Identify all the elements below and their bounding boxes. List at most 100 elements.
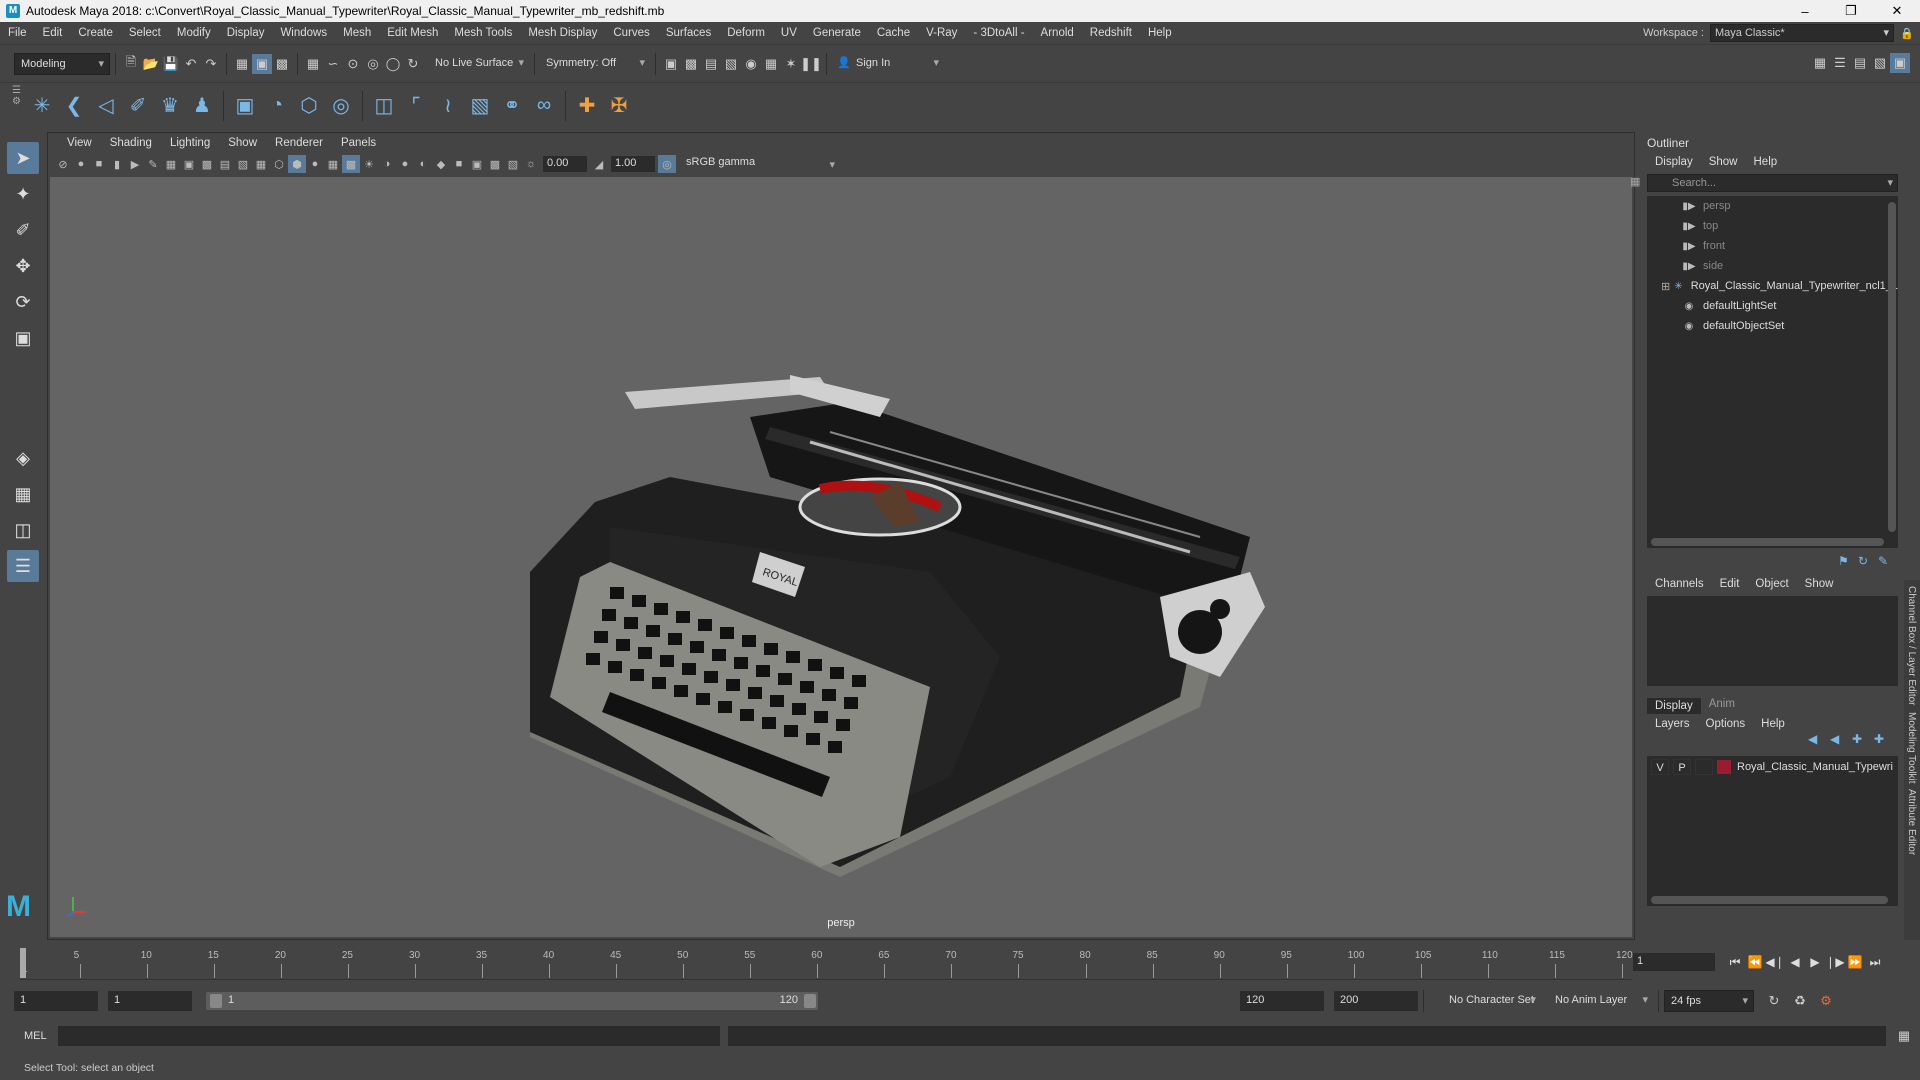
render-frame-icon[interactable]: ▩ <box>681 54 701 74</box>
step-back-frame-icon[interactable]: ◀❘ <box>1765 955 1785 969</box>
tab-channel-box[interactable]: Channel Box / Layer Editor <box>1906 586 1917 706</box>
layer-menu-options[interactable]: Options <box>1698 718 1754 730</box>
shelf-lattice-icon[interactable]: ▧ <box>464 90 496 122</box>
playback-end-field[interactable]: 120 <box>1240 991 1324 1011</box>
safe-action-icon[interactable]: ▦ <box>252 155 270 173</box>
time-ticks[interactable]: 1 51015202530354045505560657075808590951… <box>20 944 1633 980</box>
outliner-vscrollbar[interactable] <box>1888 202 1896 532</box>
go-to-end-icon[interactable]: ⏭ <box>1865 955 1885 970</box>
layer-tab-anim[interactable]: Anim <box>1701 698 1743 714</box>
go-to-start-icon[interactable]: ⏮ <box>1725 955 1745 970</box>
select-hierarchy-icon[interactable]: ▦ <box>232 54 252 74</box>
tab-attribute-editor[interactable]: Attribute Editor <box>1906 789 1917 855</box>
paint-select-icon[interactable]: ✐ <box>7 214 39 246</box>
character-set-dropdown[interactable]: No Character Set <box>1429 990 1541 1012</box>
loop-icon[interactable]: ↻ <box>1764 991 1784 1011</box>
layer-new-icon[interactable]: ✚ <box>1852 732 1874 752</box>
shelf-plus-icon[interactable]: ✚ <box>571 90 603 122</box>
shelf-cube-icon[interactable]: ▣ <box>229 90 261 122</box>
minimize-button[interactable]: – <box>1782 0 1828 22</box>
move-tool-icon[interactable]: ✥ <box>7 250 39 282</box>
shelf-pivot-icon[interactable]: ✠ <box>603 90 635 122</box>
shelf-skeleton-icon[interactable]: ♛ <box>154 90 186 122</box>
hypershade-icon[interactable]: ◉ <box>741 54 761 74</box>
search-filter-icon[interactable]: ▦ <box>1630 175 1640 188</box>
outliner-item-side[interactable]: ▮▶ side <box>1647 256 1898 276</box>
antialias-icon[interactable]: ◆ <box>432 155 450 173</box>
command-input[interactable] <box>58 1026 720 1046</box>
lights-icon[interactable]: ☀ <box>360 155 378 173</box>
time-slider[interactable]: 1 5 10 15 20 25 30 35 40 45 50 55 60 65 70 75 80 85 90 95 1… <box>0 944 1920 982</box>
menu-deform[interactable]: Deform <box>719 27 773 39</box>
select-tool-icon[interactable]: ➤ <box>7 142 39 174</box>
typewriter-model[interactable]: ROYAL <box>50 177 1632 937</box>
layout-two-icon[interactable]: ◫ <box>7 514 39 546</box>
default-material-icon[interactable]: ● <box>306 155 324 173</box>
play-back-icon[interactable]: ◀ <box>1785 955 1805 969</box>
image-plane-icon[interactable]: ▮ <box>108 155 126 173</box>
gamma-icon[interactable]: ◢ <box>590 155 608 173</box>
anim-layer-dropdown[interactable]: No Anim Layer <box>1549 990 1653 1012</box>
shelf-sphere-icon[interactable]: ◔ <box>261 90 293 122</box>
camera-attr-icon[interactable]: ● <box>72 155 90 173</box>
menu-mesh-tools[interactable]: Mesh Tools <box>446 27 520 39</box>
layer-hscrollbar[interactable] <box>1651 896 1888 904</box>
layer-tab-display[interactable]: Display <box>1647 698 1701 714</box>
layer-move-up-icon[interactable]: ◀ <box>1808 732 1830 752</box>
layer-editor-icon[interactable]: ▣ <box>1890 53 1910 73</box>
auto-key-icon[interactable]: ♻ <box>1790 991 1810 1011</box>
menu-mesh-display[interactable]: Mesh Display <box>520 27 605 39</box>
current-frame-field[interactable]: 1 <box>1633 953 1715 971</box>
channel-box-icon[interactable]: ▧ <box>1870 53 1890 73</box>
playback-start-field[interactable]: 1 <box>108 991 192 1011</box>
channel-refresh-icon[interactable]: ↻ <box>1858 554 1878 576</box>
menu-mesh[interactable]: Mesh <box>335 27 379 39</box>
menu-uv[interactable]: UV <box>773 27 805 39</box>
attribute-editor-icon[interactable]: ☰ <box>1830 53 1850 73</box>
step-forward-frame-icon[interactable]: ❘▶ <box>1825 955 1845 969</box>
grid-toggle-icon[interactable]: ▦ <box>162 155 180 173</box>
panel-menu-shading[interactable]: Shading <box>101 137 161 149</box>
step-back-key-icon[interactable]: ⏪ <box>1745 955 1765 969</box>
lock-icon[interactable]: 🔒 <box>1894 27 1920 40</box>
menu-select[interactable]: Select <box>121 27 169 39</box>
menu-file[interactable]: File <box>0 27 35 39</box>
panel-menu-view[interactable]: View <box>58 137 101 149</box>
gate-mask-icon[interactable]: ▤ <box>216 155 234 173</box>
shelf-bend-icon[interactable]: ≀ <box>432 90 464 122</box>
smooth-shade-icon[interactable]: ⬢ <box>288 155 306 173</box>
current-time-marker[interactable] <box>20 948 26 978</box>
xray-active-icon[interactable]: ▧ <box>504 155 522 173</box>
expand-icon[interactable]: ⊞ <box>1661 280 1672 293</box>
3d-viewport[interactable]: ROYAL persp <box>50 177 1632 937</box>
redo-icon[interactable]: ↷ <box>201 54 221 74</box>
bookmark-icon[interactable]: ■ <box>90 155 108 173</box>
shadows-icon[interactable]: ◑ <box>378 155 396 173</box>
panel-menu-show[interactable]: Show <box>219 137 266 149</box>
menu-windows[interactable]: Windows <box>272 27 335 39</box>
snap-surface-icon[interactable]: ◯ <box>383 54 403 74</box>
shelf-pen-icon[interactable]: ✐ <box>122 90 154 122</box>
menu-modify[interactable]: Modify <box>169 27 219 39</box>
outliner-item-typewriter[interactable]: ⊞ ✳ Royal_Classic_Manual_Typewriter_ncl1_1 <box>1647 276 1898 296</box>
outliner-menu-show[interactable]: Show <box>1701 156 1746 168</box>
end-time-field[interactable]: 200 <box>1334 991 1418 1011</box>
dof-icon[interactable]: ■ <box>450 155 468 173</box>
sign-in-dropdown[interactable]: 👤 Sign In <box>832 52 944 75</box>
layer-color-swatch[interactable] <box>1717 760 1731 774</box>
2d-pan-icon[interactable]: ▶ <box>126 155 144 173</box>
menu-display[interactable]: Display <box>219 27 273 39</box>
script-editor-icon[interactable]: ▦ <box>1894 1026 1914 1046</box>
snap-point-icon[interactable]: ⊙ <box>343 54 363 74</box>
outliner-hscrollbar[interactable] <box>1651 538 1884 546</box>
channel-menu-channels[interactable]: Channels <box>1647 578 1712 590</box>
layer-row[interactable]: V P Royal_Classic_Manual_Typewri <box>1647 756 1898 778</box>
outliner-item-top[interactable]: ▮▶ top <box>1647 216 1898 236</box>
panel-menu-renderer[interactable]: Renderer <box>266 137 332 149</box>
mode-dropdown[interactable]: Modeling <box>14 52 110 75</box>
channel-edit-icon[interactable]: ✎ <box>1878 554 1898 576</box>
layer-menu-help[interactable]: Help <box>1753 718 1793 730</box>
start-time-field[interactable]: 1 <box>14 991 98 1011</box>
shelf-bevel-icon[interactable]: ◁ <box>90 90 122 122</box>
soft-select-icon[interactable]: ◈ <box>7 442 39 474</box>
